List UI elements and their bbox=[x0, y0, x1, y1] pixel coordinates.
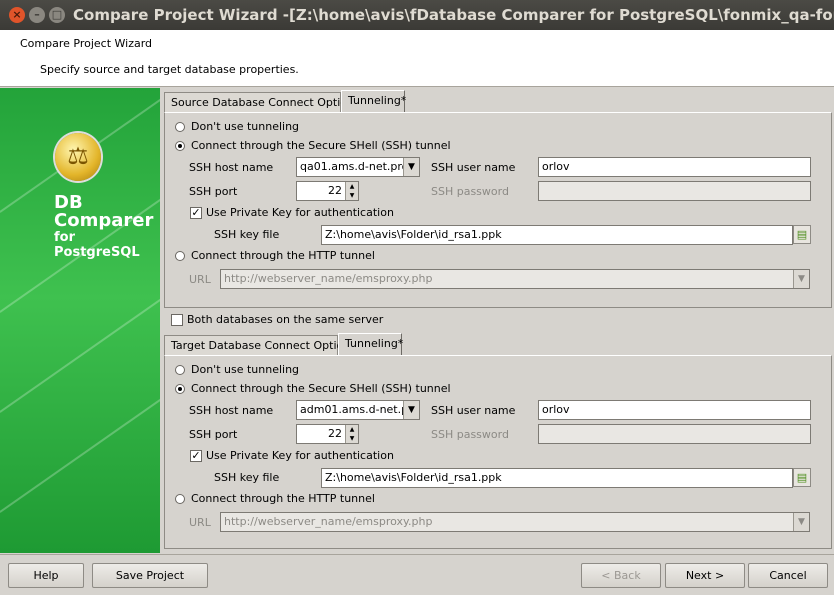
next-button[interactable]: Next > bbox=[665, 563, 745, 588]
target-ssh-port-stepper[interactable]: 22 ▲ ▼ bbox=[296, 424, 359, 444]
wizard-header: Compare Project Wizard Specify source an… bbox=[0, 30, 834, 87]
source-no-tunnel-radio[interactable] bbox=[175, 122, 185, 132]
source-key-file-label: SSH key file bbox=[214, 228, 280, 241]
tab-target-tunneling[interactable]: Tunneling* bbox=[338, 333, 403, 356]
cancel-button[interactable]: Cancel bbox=[748, 563, 828, 588]
source-url-combo[interactable]: http://webserver_name/emsproxy.php ▼ bbox=[220, 269, 810, 289]
target-private-key-checkbox[interactable]: ✓ bbox=[190, 450, 202, 462]
source-ssh-host-label: SSH host name bbox=[189, 161, 274, 174]
wizard-subtitle: Specify source and target database prope… bbox=[40, 63, 299, 76]
target-ssh-password-input[interactable] bbox=[538, 424, 811, 444]
target-no-tunnel-label: Don't use tunneling bbox=[191, 363, 300, 376]
source-key-file-input[interactable]: Z:\home\avis\Folder\id_rsa1.ppk bbox=[321, 225, 793, 245]
source-http-tunnel-label: Connect through the HTTP tunnel bbox=[191, 249, 375, 262]
target-ssh-port-label: SSH port bbox=[189, 428, 238, 441]
spin-arrows-icon[interactable]: ▲ ▼ bbox=[345, 425, 358, 443]
back-button[interactable]: < Back bbox=[581, 563, 661, 588]
chevron-down-icon[interactable]: ▼ bbox=[403, 401, 419, 419]
folder-open-icon[interactable]: ▤ bbox=[793, 225, 811, 244]
source-no-tunnel-label: Don't use tunneling bbox=[191, 120, 300, 133]
target-url-combo[interactable]: http://webserver_name/emsproxy.php ▼ bbox=[220, 512, 810, 532]
source-ssh-tunnel-radio[interactable] bbox=[175, 141, 185, 151]
source-ssh-user-label: SSH user name bbox=[431, 161, 516, 174]
source-ssh-host-combo[interactable]: qa01.ams.d-net.pro ▼ bbox=[296, 157, 420, 177]
product-banner: ⚖ DB Comparer for PostgreSQL bbox=[0, 88, 160, 553]
chevron-down-icon[interactable]: ▼ bbox=[793, 270, 809, 288]
source-ssh-port-stepper[interactable]: 22 ▲ ▼ bbox=[296, 181, 359, 201]
chevron-down-icon[interactable]: ▼ bbox=[403, 158, 419, 176]
target-key-file-label: SSH key file bbox=[214, 471, 280, 484]
target-url-label: URL bbox=[189, 516, 211, 529]
chevron-down-icon[interactable]: ▼ bbox=[793, 513, 809, 531]
source-http-tunnel-radio[interactable] bbox=[175, 251, 185, 261]
tab-source-tunneling[interactable]: Tunneling* bbox=[341, 90, 406, 113]
help-button[interactable]: Help bbox=[8, 563, 84, 588]
target-ssh-host-label: SSH host name bbox=[189, 404, 274, 417]
source-ssh-password-input[interactable] bbox=[538, 181, 811, 201]
target-ssh-tunnel-label: Connect through the Secure SHell (SSH) t… bbox=[191, 382, 451, 395]
minimize-window-icon[interactable]: – bbox=[29, 7, 45, 23]
target-ssh-host-combo[interactable]: adm01.ams.d-net.pro ▼ bbox=[296, 400, 420, 420]
footer-divider bbox=[0, 554, 834, 555]
scales-logo-icon: ⚖ bbox=[55, 133, 101, 181]
product-name: DB Comparer for PostgreSQL bbox=[54, 192, 154, 261]
tab-source-connect-options[interactable]: Source Database Connect Options bbox=[164, 92, 360, 113]
folder-open-icon[interactable]: ▤ bbox=[793, 468, 811, 487]
source-ssh-tunnel-label: Connect through the Secure SHell (SSH) t… bbox=[191, 139, 451, 152]
source-ssh-password-label: SSH password bbox=[431, 185, 509, 198]
target-ssh-user-label: SSH user name bbox=[431, 404, 516, 417]
tab-target-connect-options[interactable]: Target Database Connect Options bbox=[164, 335, 356, 356]
title-bar: × – □ Compare Project Wizard -[Z:\home\a… bbox=[0, 0, 834, 30]
save-project-button[interactable]: Save Project bbox=[92, 563, 208, 588]
same-server-label: Both databases on the same server bbox=[187, 313, 384, 326]
maximize-window-icon[interactable]: □ bbox=[49, 7, 65, 23]
target-ssh-tunnel-radio[interactable] bbox=[175, 384, 185, 394]
wizard-title: Compare Project Wizard bbox=[20, 37, 153, 50]
target-ssh-password-label: SSH password bbox=[431, 428, 509, 441]
source-url-label: URL bbox=[189, 273, 211, 286]
source-ssh-user-input[interactable]: orlov bbox=[538, 157, 811, 177]
target-private-key-label: Use Private Key for authentication bbox=[206, 449, 394, 462]
target-no-tunnel-radio[interactable] bbox=[175, 365, 185, 375]
source-private-key-label: Use Private Key for authentication bbox=[206, 206, 394, 219]
source-private-key-checkbox[interactable]: ✓ bbox=[190, 207, 202, 219]
close-window-icon[interactable]: × bbox=[9, 7, 25, 23]
same-server-checkbox[interactable] bbox=[171, 314, 183, 326]
source-ssh-port-label: SSH port bbox=[189, 185, 238, 198]
target-http-tunnel-label: Connect through the HTTP tunnel bbox=[191, 492, 375, 505]
target-http-tunnel-radio[interactable] bbox=[175, 494, 185, 504]
spin-arrows-icon[interactable]: ▲ ▼ bbox=[345, 182, 358, 200]
window-title: Compare Project Wizard -[Z:\home\avis\fD… bbox=[73, 6, 834, 24]
target-ssh-user-input[interactable]: orlov bbox=[538, 400, 811, 420]
target-key-file-input[interactable]: Z:\home\avis\Folder\id_rsa1.ppk bbox=[321, 468, 793, 488]
